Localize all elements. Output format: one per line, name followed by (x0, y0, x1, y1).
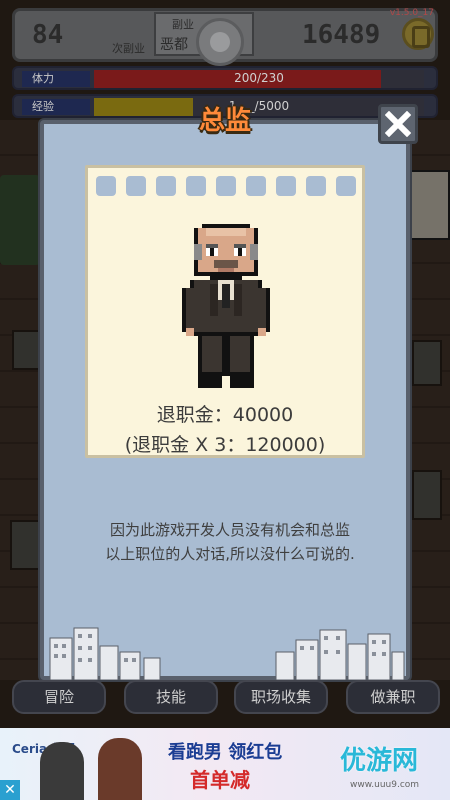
ad-person-image (98, 738, 142, 800)
tab-skills[interactable]: 技能 (124, 680, 218, 714)
tab-adventure[interactable]: 冒险 (12, 680, 106, 714)
level-number: 84 (32, 20, 64, 50)
level-label: 次副业 (112, 42, 145, 55)
ad-slogan-line-1: 看跑男 领红包 (168, 742, 283, 763)
stamina-label: 体力 (22, 71, 90, 87)
ad-site-logo: 优游网 (340, 746, 419, 776)
status-hud: 84 次副业 副业 恶都 16489 v1.5.0_17 体力 200/230 … (12, 8, 438, 118)
ad-slogan-line-2: 首单减 (190, 768, 250, 792)
notepad-holes (96, 176, 356, 200)
stamina-value: 200/230 (234, 71, 284, 85)
close-icon (385, 111, 411, 137)
job-line-2: 恶都 (160, 37, 188, 53)
ad-banner[interactable]: Ceria 佛罗 看跑男 领红包 首单减 优游网 www.uuu9.com (0, 728, 450, 800)
ad-close-icon[interactable]: ✕ (0, 780, 20, 800)
ad-person-image (40, 742, 84, 800)
stamina-bar: 体力 200/230 (12, 66, 438, 90)
job-description: 因为此游戏开发人员没有机会和总监 以上职位的人对话,所以没什么可说的. (60, 518, 400, 566)
bottom-tab-bar: 冒险 技能 职场收集 做兼职 (8, 680, 442, 716)
coin-icon (402, 18, 434, 50)
severance-triple: (退职金 X 3：120000) (124, 434, 326, 456)
menu-round-button[interactable] (196, 18, 244, 66)
exp-label: 经验 (22, 99, 90, 115)
version-label: v1.5.0_17 (389, 8, 434, 18)
character-card: 退职金：40000 (退职金 X 3：120000) (85, 165, 365, 458)
director-character-image (182, 224, 270, 388)
money-amount: 16489 (302, 20, 381, 50)
close-button[interactable] (378, 104, 418, 144)
tab-part-time[interactable]: 做兼职 (346, 680, 440, 714)
description-line-1: 因为此游戏开发人员没有机会和总监 (109, 521, 350, 539)
description-line-2: 以上职位的人对话,所以没什么可说的. (105, 545, 355, 563)
tab-workplace-collection[interactable]: 职场收集 (234, 680, 328, 714)
job-line-1: 副业 (172, 18, 194, 31)
ad-site-url: www.uuu9.com (350, 780, 420, 790)
severance-amount: 退职金：40000 (156, 404, 294, 426)
city-skyline-decoration (49, 627, 405, 680)
dialog-title: 总监 (198, 106, 251, 136)
